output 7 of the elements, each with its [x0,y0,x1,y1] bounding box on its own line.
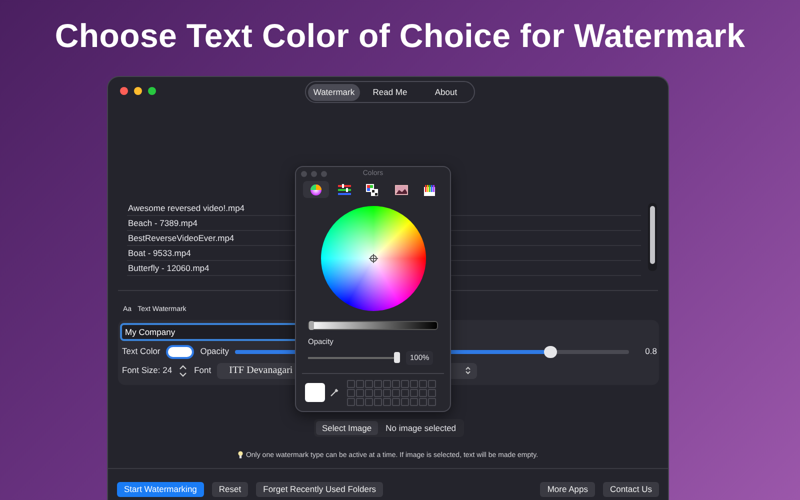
headline: Choose Text Color of Choice for Watermark [54,16,746,56]
field-label: Opacity [200,345,230,358]
field-label: Text Color [122,345,160,358]
image-status: No image selected [386,422,456,434]
opacity-value: 0.8 [645,345,657,358]
font-size-label: Font Size: 24 [122,364,172,377]
field-label: Font [194,364,212,377]
